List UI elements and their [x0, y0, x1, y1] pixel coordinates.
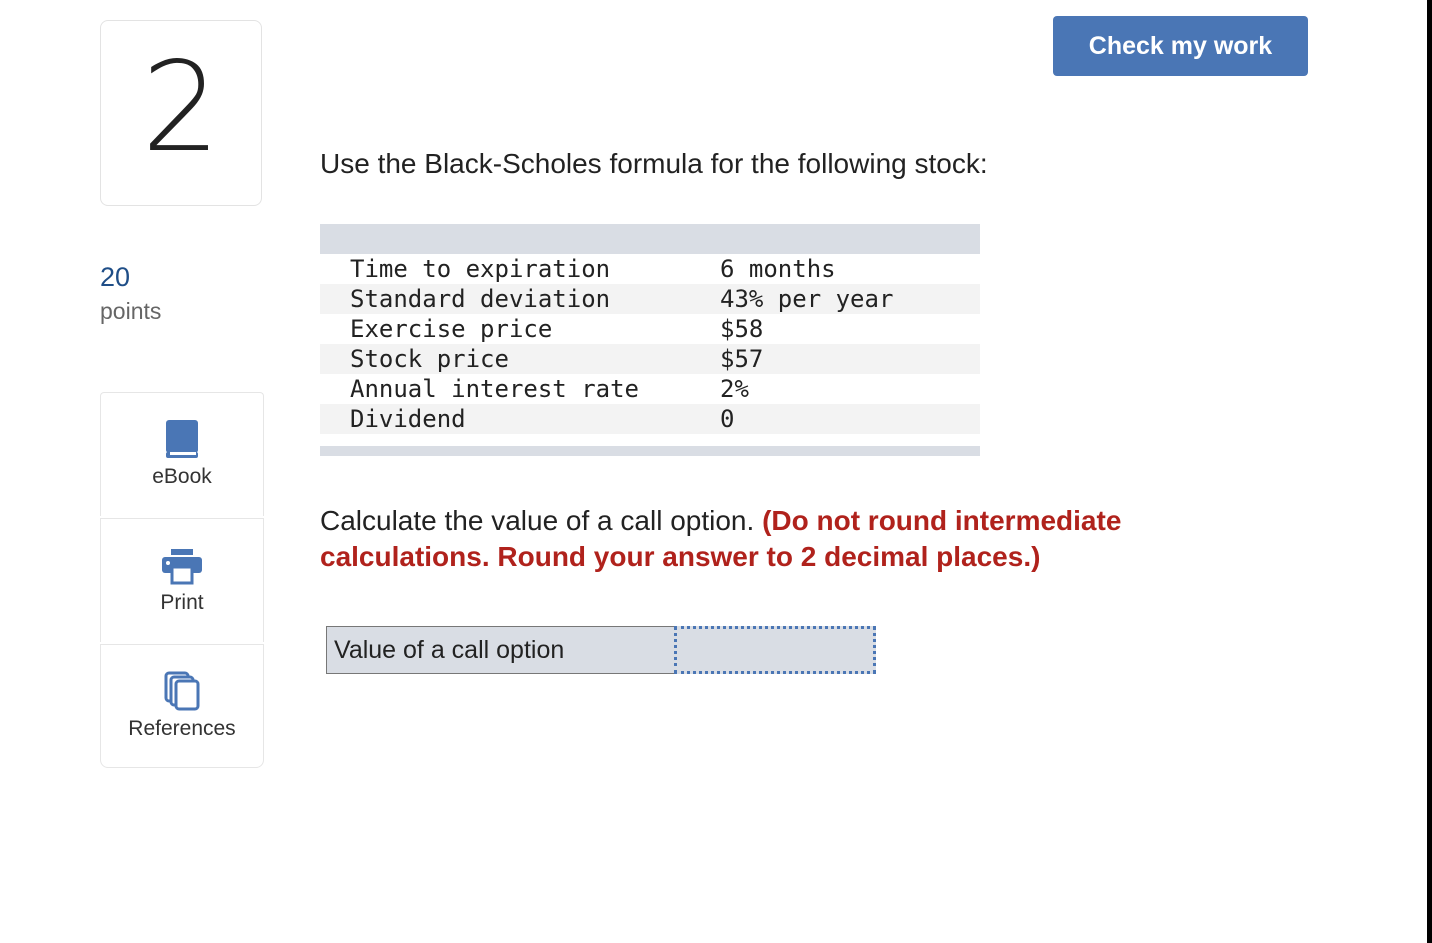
stock-data-table: Time to expiration 6 months Standard dev… — [320, 224, 980, 456]
book-icon — [162, 419, 202, 459]
table-row-label: Annual interest rate — [350, 375, 639, 403]
print-label: Print — [160, 591, 204, 614]
table-row: Dividend 0 — [320, 404, 980, 434]
table-header-band — [320, 224, 980, 254]
points-value: 20 — [100, 262, 131, 292]
question-prompt: Use the Black-Scholes formula for the fo… — [320, 148, 988, 179]
print-button[interactable]: Print — [100, 518, 264, 642]
ebook-button[interactable]: eBook — [100, 392, 264, 516]
table-row-label: Stock price — [350, 345, 509, 373]
copy-documents-icon — [162, 671, 202, 711]
call-option-value-input[interactable] — [674, 626, 876, 674]
question-number: 2 — [141, 36, 221, 180]
table-row: Annual interest rate 2% — [320, 374, 980, 404]
table-row-value: 43% per year — [720, 285, 894, 313]
table-row-label: Standard deviation — [350, 285, 611, 313]
table-row-value: $58 — [720, 315, 764, 343]
table-row-label: Time to expiration — [350, 255, 611, 283]
table-row: Time to expiration 6 months — [320, 254, 980, 284]
printer-icon — [161, 545, 203, 585]
references-label: References — [128, 717, 236, 740]
points-label: points — [100, 298, 162, 324]
table-row-label: Exercise price — [350, 315, 553, 343]
question-number-box: 2 — [100, 20, 262, 206]
references-button[interactable]: References — [100, 644, 264, 768]
window-edge — [1427, 0, 1432, 943]
table-row: Stock price $57 — [320, 344, 980, 374]
table-row-value: $57 — [720, 345, 764, 373]
table-row: Standard deviation 43% per year — [320, 284, 980, 314]
page: 2 20 points eBook Print References Check… — [0, 0, 1432, 943]
answer-row: Value of a call option — [326, 626, 876, 674]
table-row-label: Dividend — [350, 405, 466, 433]
instruction-text: Calculate the value of a call option. (D… — [320, 503, 1250, 575]
table-row-value: 6 months — [720, 255, 836, 283]
table-row-value: 0 — [720, 405, 735, 433]
answer-label: Value of a call option — [326, 626, 674, 674]
ebook-label: eBook — [152, 465, 212, 488]
table-row-value: 2% — [720, 375, 749, 403]
table-row: Exercise price $58 — [320, 314, 980, 344]
instruction-plain: Calculate the value of a call option. — [320, 505, 755, 536]
table-footer-band — [320, 446, 980, 456]
check-my-work-button[interactable]: Check my work — [1053, 16, 1308, 76]
